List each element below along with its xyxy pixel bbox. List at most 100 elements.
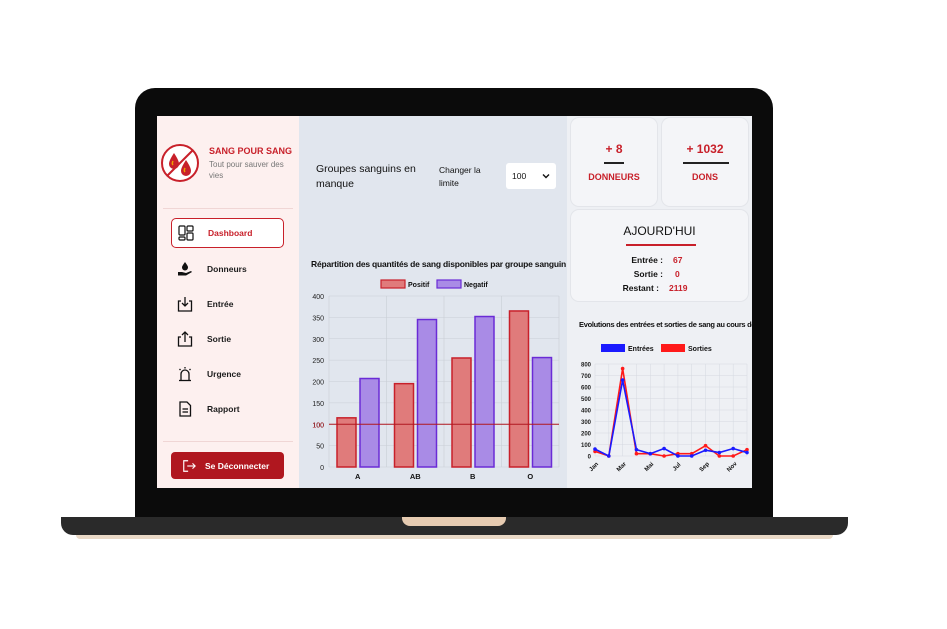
sortie-value: 0 xyxy=(675,269,680,279)
bar-negatif-o xyxy=(531,356,553,468)
blood-drop-logo-icon xyxy=(161,144,199,182)
data-point xyxy=(717,450,722,455)
data-point xyxy=(689,454,694,458)
data-point xyxy=(620,366,625,371)
gifts-label: DONS xyxy=(691,172,718,182)
sidebar-item-label: Entrée xyxy=(207,299,234,309)
data-point xyxy=(662,454,666,458)
bar-positif-ab xyxy=(393,382,415,468)
data-point xyxy=(731,454,735,458)
restant-value: 2119 xyxy=(669,283,688,293)
sidebar-item-label: Sortie xyxy=(207,334,232,344)
bar-chart-title: Répartition des quantités de sang dispon… xyxy=(311,259,566,269)
y-tick-label: 250 xyxy=(312,358,324,365)
sidebar-item-sortie[interactable]: Sortie xyxy=(171,324,284,354)
bar-negatif-b xyxy=(474,315,495,468)
app-screen: SANG POUR SANG Tout pour sauver des vies… xyxy=(157,116,752,488)
restant-label: Restant : xyxy=(622,283,659,293)
bar-positif-a xyxy=(336,417,357,468)
logout-button[interactable]: Se Déconnecter xyxy=(171,452,284,479)
sidebar: SANG POUR SANG Tout pour sauver des vies… xyxy=(157,116,299,488)
y-tick-label: 0 xyxy=(588,455,592,461)
limit-label: Changer la limite xyxy=(439,165,481,188)
legend-label: Entrées xyxy=(628,346,654,353)
limit-select-value: 100 xyxy=(512,171,527,181)
x-tick-label: Jul xyxy=(672,462,683,473)
bar-positif-o xyxy=(508,310,530,468)
data-point xyxy=(703,443,708,448)
x-tick-label: Jan xyxy=(589,461,601,473)
sidebar-item-donneurs[interactable]: Donneurs xyxy=(171,254,284,284)
threshold-label: 100 xyxy=(312,422,324,429)
bar-negatif-ab xyxy=(416,318,438,468)
gifts-card: + 1032 DONS xyxy=(662,118,748,206)
y-tick-label: 600 xyxy=(581,386,592,392)
sortie-label: Sortie : xyxy=(633,269,663,279)
entree-value: 67 xyxy=(673,255,683,265)
data-point xyxy=(703,448,708,453)
data-point xyxy=(607,454,611,458)
data-point xyxy=(662,446,666,451)
series-line-sorties xyxy=(594,368,748,458)
sidebar-item-label: Rapport xyxy=(207,404,240,414)
blood-groups-bar-chart: 050100150200250300350400A AB B O100Positif N… xyxy=(312,279,560,481)
data-point xyxy=(620,378,625,382)
y-tick-label: 150 xyxy=(312,401,324,408)
y-tick-label: 100 xyxy=(581,443,592,449)
share-out-icon xyxy=(177,331,193,347)
x-tick-label: A xyxy=(355,472,361,481)
gifts-value: + 1032 xyxy=(686,142,724,156)
x-tick-label: AB xyxy=(410,472,421,481)
today-underline xyxy=(626,244,696,246)
y-tick-label: 800 xyxy=(581,363,592,369)
x-tick-label: Sep xyxy=(699,461,711,473)
right-panel: + 8 DONNEURS + 1032 DONS AJOURD'HUI Entr… xyxy=(567,116,752,488)
x-tick-label: Nov xyxy=(726,461,739,474)
donors-underline xyxy=(604,162,624,164)
x-tick-label: O xyxy=(527,472,533,481)
y-tick-label: 700 xyxy=(581,374,592,380)
data-point xyxy=(593,447,597,451)
sidebar-item-rapport[interactable]: Rapport xyxy=(171,394,284,424)
blood-flow-line-chart: 0 100 200 300 400 500 600 700 800 Jan Mar Mai Jul Sep… xyxy=(581,344,749,474)
donor-hand-icon xyxy=(177,261,193,277)
inbox-in-icon xyxy=(177,296,193,312)
legend-label: Positif xyxy=(408,282,430,289)
today-title: AJOURD'HUI xyxy=(623,224,696,238)
legend-label: Sorties xyxy=(688,346,712,353)
x-tick-label: B xyxy=(470,472,476,481)
legend-swatch-entrees xyxy=(601,344,625,352)
laptop-base-shadow xyxy=(76,535,833,539)
x-tick-label: Mar xyxy=(616,461,628,473)
data-point xyxy=(648,451,653,456)
donors-label: DONNEURS xyxy=(588,172,640,182)
bar-positif-b xyxy=(451,357,472,468)
y-tick-label: 500 xyxy=(581,397,592,403)
brand-name: SANG POUR SANG xyxy=(209,146,293,156)
data-point xyxy=(676,454,680,458)
y-tick-label: 200 xyxy=(312,380,324,387)
sidebar-item-entree[interactable]: Entrée xyxy=(171,289,284,319)
y-tick-label: 50 xyxy=(316,444,324,451)
logout-icon xyxy=(181,458,197,474)
y-tick-label: 400 xyxy=(312,294,324,301)
data-point xyxy=(634,451,639,456)
main-panel: Groupes sanguins en manque Changer la li… xyxy=(299,116,567,488)
legend-swatch-positif xyxy=(380,279,406,289)
y-tick-label: 400 xyxy=(581,409,592,415)
y-tick-label: 350 xyxy=(312,315,324,322)
sidebar-divider xyxy=(163,441,293,442)
bar-negatif-a xyxy=(359,377,380,468)
groups-missing-title: Groupes sanguins en manque xyxy=(316,163,416,190)
data-point xyxy=(717,454,722,458)
brand-tagline: Tout pour sauver des vies xyxy=(209,160,284,180)
gifts-underline xyxy=(683,162,729,164)
today-card: AJOURD'HUI Entrée : 67 Sortie : 0 Restan… xyxy=(571,210,748,301)
y-tick-label: 300 xyxy=(312,337,324,344)
y-tick-label: 0 xyxy=(320,465,324,472)
sidebar-item-dashboard[interactable]: Dashboard xyxy=(171,218,284,248)
legend-swatch-negatif xyxy=(436,279,462,289)
legend-swatch-sorties xyxy=(661,344,685,352)
limit-select[interactable]: 100 xyxy=(506,163,556,189)
sidebar-item-urgence[interactable]: Urgence xyxy=(171,359,284,389)
